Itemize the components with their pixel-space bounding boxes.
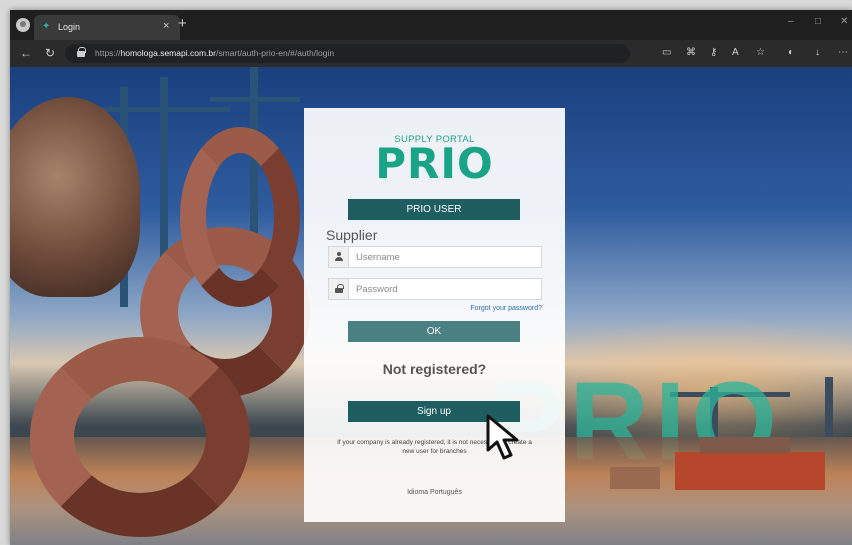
pointer-arrow-icon: [486, 414, 519, 460]
password-input[interactable]: [350, 279, 541, 299]
supplier-heading: Supplier: [326, 227, 378, 243]
ok-button[interactable]: OK: [348, 321, 520, 342]
leaf-icon: ✦: [42, 21, 51, 32]
language-link[interactable]: Idioma Português: [304, 488, 565, 497]
navigation-bar: ← ↻ https://homologa.semapi.com.br/smart…: [10, 40, 852, 67]
tab-bar: ✦ Login × + – □ ✕: [10, 10, 852, 40]
username-field: [328, 246, 542, 268]
background-octopus: [10, 97, 140, 297]
prio-logo: PRIO: [375, 139, 494, 188]
lock-icon: [335, 284, 344, 294]
forgot-password-link[interactable]: Forgot your password?: [470, 304, 542, 313]
prio-user-button[interactable]: PRIO USER: [348, 199, 520, 220]
profile-avatar[interactable]: [16, 18, 30, 32]
user-icon: [335, 252, 343, 262]
not-registered-heading: Not registered?: [382, 361, 487, 377]
lock-icon[interactable]: [77, 47, 86, 57]
maximize-icon[interactable]: □: [815, 16, 821, 28]
password-field: [328, 278, 542, 300]
background-ship-containers: [700, 437, 790, 453]
address-bar[interactable]: https://homologa.semapi.com.br/smart/aut…: [65, 44, 630, 63]
favorite-star-icon[interactable]: ☆: [756, 46, 765, 60]
new-tab-button[interactable]: +: [178, 15, 187, 33]
download-icon[interactable]: ↓: [815, 46, 820, 60]
minimize-icon[interactable]: –: [788, 16, 794, 28]
tab-title: Login: [58, 22, 81, 32]
browser-window: ✦ Login × + – □ ✕ ← ↻ https://homologa.s…: [10, 10, 852, 545]
apps-icon[interactable]: ⌘: [686, 46, 696, 60]
key-icon[interactable]: ⚷: [710, 46, 717, 60]
reader-view-icon[interactable]: ▭: [662, 46, 671, 60]
url-text[interactable]: https://homologa.semapi.com.br/smart/aut…: [95, 47, 334, 59]
background-ship: [610, 467, 660, 489]
username-input[interactable]: [350, 247, 541, 267]
tab-login[interactable]: ✦ Login ×: [34, 15, 180, 40]
username-addon: [329, 247, 349, 267]
menu-icon[interactable]: ⋯: [838, 46, 848, 60]
background-octopus-arm: [180, 127, 300, 307]
background-crane-arm: [210, 97, 300, 102]
page-viewport: PRIO SUPPLY PORTAL PRIO PRIO USER Suppli…: [10, 67, 852, 545]
extensions-icon[interactable]: ◐: [788, 46, 794, 60]
background-ship: [675, 452, 825, 490]
background-octopus-arm: [30, 337, 250, 537]
close-window-icon[interactable]: ✕: [840, 16, 848, 28]
read-aloud-icon[interactable]: A: [732, 46, 739, 60]
back-button[interactable]: ←: [20, 45, 32, 61]
password-addon: [329, 279, 349, 299]
reload-button[interactable]: ↻: [45, 45, 55, 61]
close-tab-icon[interactable]: ×: [163, 19, 169, 33]
